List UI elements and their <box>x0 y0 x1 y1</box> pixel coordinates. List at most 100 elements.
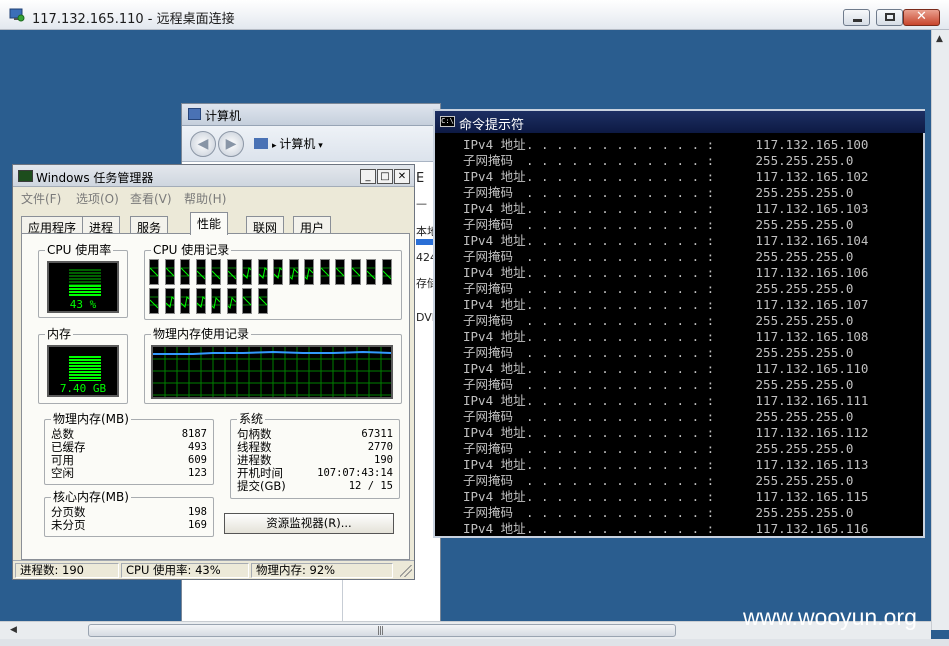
cpu-usage-meter: 43 % <box>47 261 119 313</box>
cmd-output-line: IPv4 地址. . . . . . . . . . . . : 117.132… <box>463 169 869 184</box>
scroll-up-icon[interactable]: ▲ <box>936 34 943 44</box>
task-manager-status-bar: 进程数: 190 CPU 使用率: 43% 物理内存: 92% <box>13 560 414 579</box>
cmd-output-line: IPv4 地址. . . . . . . . . . . . : 117.132… <box>463 521 869 535</box>
cpu-core-history-cell <box>257 259 268 285</box>
restore-icon <box>885 13 895 21</box>
memory-history-group: 物理内存使用记录 <box>144 327 402 404</box>
menu-options[interactable]: 选项(O) <box>76 190 119 207</box>
watermark: www.wooyun.org <box>743 604 917 630</box>
cmd-output-line: IPv4 地址. . . . . . . . . . . . : 117.132… <box>463 233 869 248</box>
cpu-core-history-cell <box>257 288 268 314</box>
cmd-output-line: IPv4 地址. . . . . . . . . . . . : 117.132… <box>463 457 869 472</box>
memory-group: 内存 7.40 GB <box>38 327 128 404</box>
cpu-core-history-cell <box>164 288 175 314</box>
cmd-output-line: 子网掩码. . . . . . . . . . . . : 255.255.25… <box>463 409 854 424</box>
cmd-output-line: IPv4 地址. . . . . . . . . . . . : 117.132… <box>463 329 869 344</box>
cmd-output-line: 子网掩码. . . . . . . . . . . . : 255.255.25… <box>463 249 854 264</box>
menu-file[interactable]: 文件(F) <box>21 190 61 207</box>
cpu-usage-group: CPU 使用率 43 % <box>38 243 128 318</box>
cpu-core-history-cell <box>242 259 252 285</box>
cpu-usage-title: CPU 使用率 <box>45 243 114 257</box>
memory-history-title: 物理内存使用记录 <box>151 327 252 341</box>
horizontal-scroll-thumb[interactable]: ||| <box>88 624 676 637</box>
memory-meter-bars <box>69 356 101 381</box>
rdp-close-button[interactable]: ✕ <box>903 9 940 26</box>
physical-memory-title: 物理内存(MB) <box>51 412 131 426</box>
address-dropdown-icon[interactable]: ▾ <box>315 141 323 151</box>
task-manager-window[interactable]: Windows 任务管理器 _ □ ✕ 文件(F) 选项(O) 查看(V) 帮助… <box>12 164 415 580</box>
cmd-output[interactable]: IPv4 地址. . . . . . . . . . . . : 117.132… <box>435 135 921 535</box>
cmd-output-line: 子网掩码. . . . . . . . . . . . : 255.255.25… <box>463 473 854 488</box>
performance-panel: CPU 使用率 43 % CPU 使用记录 内存 7.40 GB 物理内存使用记… <box>21 233 410 560</box>
tm-close-button[interactable]: ✕ <box>394 169 410 184</box>
resource-monitor-button[interactable]: 资源监视器(R)... <box>224 513 394 534</box>
rdp-vertical-scrollbar[interactable]: ▲ <box>931 30 949 630</box>
cmd-output-line: IPv4 地址. . . . . . . . . . . . : 117.132… <box>463 137 869 152</box>
explorer-toolbar-fragment: E <box>416 171 425 186</box>
kernel-memory-title: 核心内存(MB) <box>51 490 131 504</box>
cmd-icon: C:\ <box>440 116 455 127</box>
cpu-usage-value: 43 % <box>69 298 97 311</box>
cpu-core-history-cell <box>319 259 330 285</box>
cmd-output-line: 子网掩码. . . . . . . . . . . . : 255.255.25… <box>463 185 854 200</box>
cpu-core-history-cell <box>149 288 159 314</box>
cmd-output-line: 子网掩码. . . . . . . . . . . . : 255.255.25… <box>463 153 854 168</box>
system-row: 提交(GB) 12 / 15 <box>237 479 393 493</box>
cmd-output-line: IPv4 地址. . . . . . . . . . . . : 117.132… <box>463 393 869 408</box>
cmd-output-line: IPv4 地址. . . . . . . . . . . . : 117.132… <box>463 489 869 504</box>
resize-grip-icon[interactable] <box>400 565 412 577</box>
tab-performance[interactable]: 性能 <box>190 212 229 235</box>
address-bar[interactable]: ▸ 计算机 ▾ <box>254 133 444 155</box>
cmd-title-bar[interactable]: C:\ 命令提示符 <box>435 111 925 133</box>
scroll-left-icon[interactable]: ◀ <box>10 625 17 635</box>
cpu-history-graph <box>149 259 397 317</box>
status-process-count: 进程数: 190 <box>15 563 119 578</box>
menu-help[interactable]: 帮助(H) <box>184 190 226 207</box>
cpu-core-history-cell <box>226 288 237 314</box>
cpu-core-history-cell <box>195 259 206 285</box>
physical-memory-row: 已缓存 493 <box>51 440 207 454</box>
back-button[interactable]: ◀ <box>190 131 216 157</box>
memory-meter: 7.40 GB <box>47 345 119 397</box>
status-physical-memory: 物理内存: 92% <box>251 563 393 578</box>
tm-minimize-button[interactable]: _ <box>360 169 376 184</box>
minimize-icon <box>853 19 862 22</box>
cpu-core-history-cell <box>211 259 221 285</box>
cpu-core-history-cell <box>164 259 175 285</box>
cpu-core-history-cell <box>180 288 190 314</box>
close-icon: ✕ <box>916 9 927 24</box>
cmd-window[interactable]: C:\ 命令提示符 IPv4 地址. . . . . . . . . . . .… <box>433 109 925 538</box>
cmd-output-line: 子网掩码. . . . . . . . . . . . : 255.255.25… <box>463 281 854 296</box>
physical-memory-row: 空闲 123 <box>51 466 207 480</box>
address-text: 计算机 <box>279 137 316 151</box>
forward-arrow-icon: ▶ <box>225 136 237 152</box>
menu-view[interactable]: 查看(V) <box>130 190 172 207</box>
rdp-restore-button[interactable] <box>876 9 903 26</box>
kernel-memory-group: 核心内存(MB) 分页数 198 未分页 169 <box>44 490 214 537</box>
cpu-core-history-cell <box>195 288 206 314</box>
cmd-output-line: 子网掩码. . . . . . . . . . . . : 255.255.25… <box>463 345 854 360</box>
explorer-title-bar[interactable]: 计算机 <box>182 104 440 126</box>
rdp-title-bar[interactable]: 117.132.165.110 - 远程桌面连接 ✕ <box>0 0 949 30</box>
cpu-core-history-cell <box>242 288 252 314</box>
rdp-window-title: 117.132.165.110 - 远程桌面连接 <box>32 12 235 27</box>
cmd-output-line: 子网掩码. . . . . . . . . . . . : 255.255.25… <box>463 505 854 520</box>
rdp-minimize-button[interactable] <box>843 9 870 26</box>
system-group: 系统 句柄数 67311 线程数 2770 进程数 190 开机时间 107:07:43… <box>230 412 400 499</box>
cmd-output-line: 子网掩码. . . . . . . . . . . . : 255.255.25… <box>463 217 854 232</box>
cpu-history-title: CPU 使用记录 <box>151 243 232 257</box>
memory-title: 内存 <box>45 327 74 341</box>
cmd-output-line: IPv4 地址. . . . . . . . . . . . : 117.132… <box>463 265 869 280</box>
task-manager-menu-bar: 文件(F) 选项(O) 查看(V) 帮助(H) <box>13 187 414 209</box>
cmd-title: 命令提示符 <box>459 118 525 133</box>
cpu-history-group: CPU 使用记录 <box>144 243 402 320</box>
system-title: 系统 <box>237 412 266 426</box>
kernel-memory-row: 未分页 169 <box>51 518 207 532</box>
tm-maximize-button[interactable]: □ <box>377 169 393 184</box>
cpu-core-history-cell <box>366 259 376 285</box>
computer-small-icon <box>254 138 268 149</box>
explorer-title: 计算机 <box>205 109 242 123</box>
task-manager-title-bar[interactable]: Windows 任务管理器 _ □ ✕ <box>13 165 414 187</box>
forward-button[interactable]: ▶ <box>218 131 244 157</box>
memory-history-graph <box>151 345 393 399</box>
